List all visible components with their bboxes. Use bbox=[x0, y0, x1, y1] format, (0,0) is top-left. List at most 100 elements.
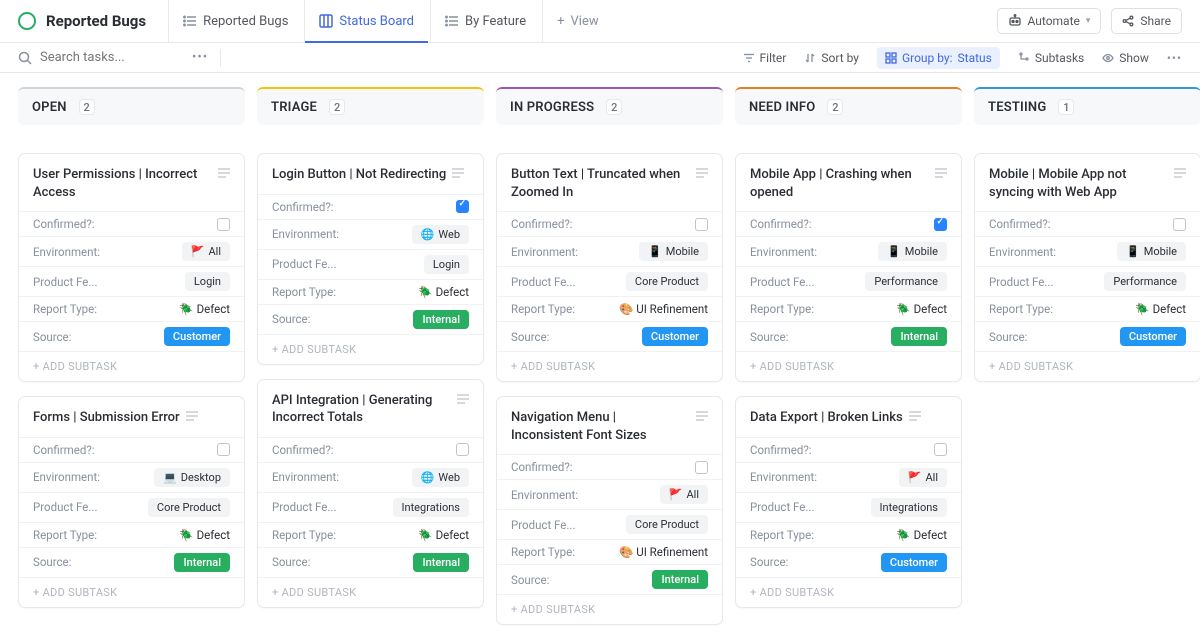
field-label: Source: bbox=[750, 555, 788, 569]
confirmed-checkbox[interactable] bbox=[217, 443, 230, 456]
source-tag[interactable]: Customer bbox=[164, 327, 230, 346]
tab-by-feature[interactable]: By Feature bbox=[430, 0, 540, 42]
add-subtask-button[interactable]: + ADD SUBTASK bbox=[19, 351, 244, 381]
report-type-value[interactable]: 🪲 Defect bbox=[1135, 302, 1186, 316]
add-subtask-button[interactable]: + ADD SUBTASK bbox=[497, 594, 722, 624]
product-feature-tag[interactable]: Performance bbox=[865, 272, 947, 291]
field-environment: Environment:🌐Web bbox=[258, 462, 483, 492]
column-header[interactable]: TRIAGE2 bbox=[257, 87, 484, 125]
env-text: Mobile bbox=[1144, 245, 1177, 258]
product-feature-tag[interactable]: Login bbox=[185, 272, 230, 291]
environment-tag[interactable]: 🚩All bbox=[182, 242, 230, 261]
field-environment: Environment:🚩All bbox=[736, 462, 961, 492]
source-tag[interactable]: Internal bbox=[174, 553, 230, 572]
env-emoji: 📱 bbox=[648, 245, 662, 258]
report-type-value[interactable]: 🎨 UI Refinement bbox=[619, 545, 708, 559]
report-type-value[interactable]: 🪲 Defect bbox=[418, 528, 469, 542]
environment-tag[interactable]: 🚩All bbox=[660, 485, 708, 504]
report-type-value[interactable]: 🪲 Defect bbox=[418, 285, 469, 299]
source-tag[interactable]: Customer bbox=[1120, 327, 1186, 346]
product-feature-tag[interactable]: Core Product bbox=[148, 498, 230, 517]
product-feature-tag[interactable]: Core Product bbox=[626, 272, 708, 291]
add-subtask-button[interactable]: + ADD SUBTASK bbox=[258, 577, 483, 607]
automate-button[interactable]: Automate ▾ bbox=[997, 8, 1102, 34]
confirmed-checkbox[interactable] bbox=[695, 461, 708, 474]
report-type-value[interactable]: 🪲 Defect bbox=[179, 302, 230, 316]
field-label: Environment: bbox=[750, 245, 817, 259]
task-card[interactable]: User Permissions | Incorrect Access Conf… bbox=[18, 153, 245, 382]
filter-tools: Filter Sort by Group by: Status Subtasks… bbox=[743, 47, 1182, 69]
confirmed-checkbox[interactable] bbox=[456, 443, 469, 456]
field-source: Source: Customer bbox=[736, 547, 961, 577]
add-view-button[interactable]: + View bbox=[542, 0, 613, 42]
tab-reported-bugs[interactable]: Reported Bugs bbox=[168, 0, 302, 42]
share-icon bbox=[1122, 15, 1134, 27]
source-tag[interactable]: Customer bbox=[642, 327, 708, 346]
report-type-value[interactable]: 🪲 Defect bbox=[179, 528, 230, 542]
environment-tag[interactable]: 📱Mobile bbox=[639, 242, 708, 261]
confirmed-checkbox[interactable] bbox=[695, 218, 708, 231]
source-tag[interactable]: Customer bbox=[881, 553, 947, 572]
column-header[interactable]: TESTIING1 bbox=[974, 87, 1200, 125]
tab-status-board[interactable]: Status Board bbox=[304, 0, 428, 42]
source-tag[interactable]: Internal bbox=[413, 553, 469, 572]
environment-tag[interactable]: 📱Mobile bbox=[1117, 242, 1186, 261]
task-card[interactable]: Mobile | Mobile App not syncing with Web… bbox=[974, 153, 1200, 382]
add-subtask-button[interactable]: + ADD SUBTASK bbox=[736, 351, 961, 381]
environment-tag[interactable]: 🌐Web bbox=[412, 468, 469, 487]
task-card[interactable]: Button Text | Truncated when Zoomed In C… bbox=[496, 153, 723, 382]
field-source: Source:Internal bbox=[258, 304, 483, 334]
column-count: 1 bbox=[1058, 99, 1074, 115]
product-feature-tag[interactable]: Performance bbox=[1104, 272, 1186, 291]
source-tag[interactable]: Internal bbox=[891, 327, 947, 346]
show-button[interactable]: Show bbox=[1102, 51, 1149, 65]
product-feature-tag[interactable]: Core Product bbox=[626, 515, 708, 534]
add-subtask-button[interactable]: + ADD SUBTASK bbox=[736, 577, 961, 607]
search-more-button[interactable]: ••• bbox=[192, 50, 208, 65]
field-label: Product Fe... bbox=[511, 518, 576, 532]
column-header[interactable]: NEED INFO2 bbox=[735, 87, 962, 125]
column-header[interactable]: OPEN2 bbox=[18, 87, 245, 125]
confirmed-checkbox[interactable] bbox=[217, 218, 230, 231]
group-by-button[interactable]: Group by: Status bbox=[877, 47, 1000, 69]
task-card[interactable]: Mobile App | Crashing when opened Confir… bbox=[735, 153, 962, 382]
field-environment: Environment:🌐Web bbox=[258, 219, 483, 249]
report-type-value[interactable]: 🪲 Defect bbox=[896, 302, 947, 316]
task-card[interactable]: Login Button | Not Redirecting Confirmed… bbox=[257, 153, 484, 365]
filter-label: Filter bbox=[760, 51, 787, 65]
add-subtask-button[interactable]: + ADD SUBTASK bbox=[497, 351, 722, 381]
toolbar-more-button[interactable]: ••• bbox=[1167, 51, 1182, 65]
field-confirmed: Confirmed?: bbox=[258, 437, 483, 462]
confirmed-checkbox[interactable] bbox=[456, 200, 469, 213]
column-header[interactable]: IN PROGRESS2 bbox=[496, 87, 723, 125]
confirmed-checkbox[interactable] bbox=[1173, 218, 1186, 231]
add-subtask-button[interactable]: + ADD SUBTASK bbox=[975, 351, 1200, 381]
add-subtask-button[interactable]: + ADD SUBTASK bbox=[258, 334, 483, 364]
field-product-feature: Product Fe...Login bbox=[19, 266, 244, 296]
environment-tag[interactable]: 💻Desktop bbox=[154, 468, 230, 487]
task-card[interactable]: Forms | Submission Error Confirmed?:Envi… bbox=[18, 396, 245, 608]
environment-tag[interactable]: 📱Mobile bbox=[878, 242, 947, 261]
task-card[interactable]: Data Export | Broken Links Confirmed?:En… bbox=[735, 396, 962, 608]
subtasks-button[interactable]: Subtasks bbox=[1018, 51, 1084, 65]
show-label: Show bbox=[1119, 51, 1149, 65]
environment-tag[interactable]: 🌐Web bbox=[412, 225, 469, 244]
task-card[interactable]: Navigation Menu | Inconsistent Font Size… bbox=[496, 396, 723, 625]
report-type-value[interactable]: 🎨 UI Refinement bbox=[619, 302, 708, 316]
task-card[interactable]: API Integration | Generating Incorrect T… bbox=[257, 379, 484, 608]
product-feature-tag[interactable]: Integrations bbox=[393, 498, 469, 517]
confirmed-checkbox[interactable] bbox=[934, 218, 947, 231]
environment-tag[interactable]: 🚩All bbox=[899, 468, 947, 487]
product-feature-tag[interactable]: Login bbox=[424, 255, 469, 274]
sort-button[interactable]: Sort by bbox=[804, 51, 859, 65]
filter-button[interactable]: Filter bbox=[743, 51, 787, 65]
share-button[interactable]: Share bbox=[1111, 8, 1182, 34]
confirmed-checkbox[interactable] bbox=[934, 443, 947, 456]
source-tag[interactable]: Internal bbox=[413, 310, 469, 329]
source-tag[interactable]: Internal bbox=[652, 570, 708, 589]
report-type-value[interactable]: 🪲 Defect bbox=[896, 528, 947, 542]
product-feature-tag[interactable]: Integrations bbox=[871, 498, 947, 517]
description-icon bbox=[1174, 168, 1186, 178]
search-input[interactable] bbox=[40, 50, 180, 65]
add-subtask-button[interactable]: + ADD SUBTASK bbox=[19, 577, 244, 607]
